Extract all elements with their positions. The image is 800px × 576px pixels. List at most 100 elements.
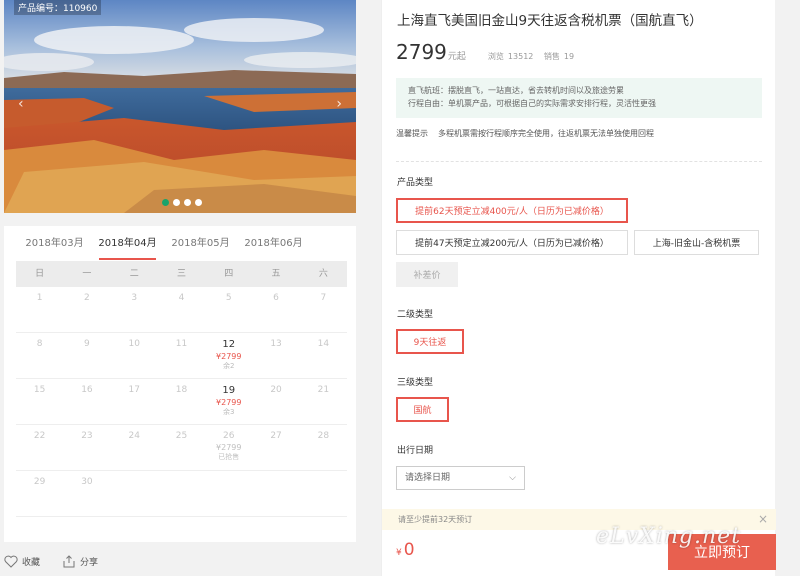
calendar-week-row: 29 30 [16, 471, 347, 517]
weekday-label: 一 [82, 269, 92, 279]
close-icon[interactable]: × [758, 509, 768, 530]
calendar-week-row: 15 16 17 18 19 ¥2799 余3 20 21 [16, 379, 347, 425]
total-amount: 0 [403, 540, 415, 560]
chevron-down-icon: ⌵ [509, 473, 516, 483]
weekday-header: 日 一 二 三 四 五 六 [16, 261, 347, 287]
day-availability: 余3 [223, 408, 235, 416]
product-page: 产品编号：110960 ‹ › 2018年03月 2018年04月 2018年0… [0, 0, 800, 576]
booking-panel: 上海直飞美国旧金山9天往返含税机票（国航直飞） 2799 元起 浏览 13512 … [381, 0, 776, 576]
product-type-option[interactable]: 上海-旧金山-含税机票 [634, 230, 759, 255]
calendar-day: 10 [111, 333, 158, 378]
weekday-label: 三 [176, 269, 186, 279]
day-number: 4 [178, 293, 185, 303]
calendar-day: 14 [300, 333, 347, 378]
calendar-day: 21 [300, 379, 347, 424]
day-number: 20 [270, 385, 282, 395]
tips-text: 多程机票需按行程顺序完全使用，往返机票无法单独使用回程 [438, 129, 654, 138]
heart-icon [4, 555, 18, 568]
calendar-day: 4 [158, 287, 205, 332]
day-number: 14 [317, 339, 330, 349]
day-price: ¥2799 [216, 443, 242, 452]
share-button[interactable]: 分享 [62, 555, 98, 568]
day-number: 13 [270, 339, 282, 349]
carousel-dots [162, 199, 202, 206]
month-tab-active[interactable]: 2018年04月 [91, 226, 164, 262]
calendar-day: 3 [111, 287, 158, 332]
travel-date-label: 出行日期 [397, 446, 434, 456]
weekday-label: 五 [271, 269, 281, 279]
day-number: 21 [317, 385, 330, 395]
favorite-label: 收藏 [22, 558, 41, 568]
calendar-day: 15 [16, 379, 63, 424]
day-availability: 余2 [223, 362, 235, 370]
calendar-day [111, 471, 158, 516]
calendar-day: 27 [252, 425, 299, 470]
calendar-day: 2 [63, 287, 110, 332]
calendar-day [158, 471, 205, 516]
calendar-day: 22 [16, 425, 63, 470]
carousel-dot[interactable] [195, 199, 202, 206]
product-type-option[interactable]: 提前47天预定立减200元/人（日历为已减价格） [396, 230, 628, 255]
calendar-day [252, 471, 299, 516]
month-tab[interactable]: 2018年05月 [164, 226, 237, 262]
calendar-week-row: 8 9 10 11 12 ¥2799 余2 13 14 [16, 333, 347, 379]
month-tabs: 2018年03月 2018年04月 2018年05月 2018年06月 [4, 226, 356, 262]
travel-date-select[interactable]: 请选择日期 ⌵ [396, 466, 525, 490]
day-availability: 已抢售 [218, 453, 240, 461]
day-number: 24 [128, 431, 140, 441]
calendar-week-row: 22 23 24 25 26 ¥2799 已抢售 27 28 [16, 425, 347, 471]
product-highlights: 直飞航班：摆脱直飞，一站直达，省去转机时间以及旅途劳累 行程自由：单机票产品，可… [396, 78, 762, 118]
level2-option-selected[interactable]: 9天往返 [396, 329, 464, 354]
calendar-day: 18 [158, 379, 205, 424]
calendar-day[interactable]: 12 ¥2799 余2 [205, 333, 252, 378]
day-number: 28 [317, 431, 330, 441]
share-icon [63, 555, 75, 568]
left-column: 产品编号：110960 ‹ › 2018年03月 2018年04月 2018年0… [4, 0, 356, 576]
product-price: 2799 [396, 40, 447, 64]
calendar-day: 16 [63, 379, 110, 424]
landscape-photo [4, 0, 356, 213]
calendar-day: 26 ¥2799 已抢售 [205, 425, 252, 470]
calendar-day[interactable]: 19 ¥2799 余3 [205, 379, 252, 424]
level3-option-selected[interactable]: 国航 [396, 397, 449, 422]
day-number: 30 [81, 477, 93, 487]
favorite-button[interactable]: 收藏 [4, 555, 40, 568]
calendar-day: 11 [158, 333, 205, 378]
day-number: 16 [81, 385, 93, 395]
carousel-dot[interactable] [162, 199, 169, 206]
calendar-day: 6 [252, 287, 299, 332]
day-number: 26 [223, 431, 235, 441]
calendar-day [300, 471, 347, 516]
calendar-day: 9 [63, 333, 110, 378]
product-type-option-selected[interactable]: 提前62天预定立减400元/人（日历为已减价格） [396, 198, 628, 223]
day-number: 9 [84, 339, 90, 349]
month-tab[interactable]: 2018年03月 [18, 226, 91, 262]
calendar-day: 13 [252, 333, 299, 378]
carousel-dot[interactable] [184, 199, 191, 206]
calendar-day: 28 [300, 425, 347, 470]
carousel-dot[interactable] [173, 199, 180, 206]
day-number: 22 [33, 431, 46, 441]
calendar-day: 20 [252, 379, 299, 424]
day-number: 8 [36, 339, 43, 349]
sales-count: 19 [563, 52, 575, 61]
day-price: ¥2799 [216, 352, 242, 361]
day-number: 6 [273, 293, 279, 303]
calendar-day: 5 [205, 287, 252, 332]
tips-label: 温馨提示 [396, 129, 428, 138]
product-stats: 浏览 13512 销售 19 [488, 51, 578, 62]
carousel-prev-arrow-icon[interactable]: ‹ [18, 96, 24, 112]
weekday-label: 日 [35, 269, 45, 279]
day-number: 17 [128, 385, 140, 395]
product-type-option-disabled[interactable]: 补差价 [396, 262, 458, 287]
day-number: 15 [33, 385, 46, 395]
carousel-next-arrow-icon[interactable]: › [336, 96, 342, 112]
month-tab[interactable]: 2018年06月 [237, 226, 310, 262]
weekday-label: 六 [318, 269, 328, 279]
day-number: 18 [175, 385, 188, 395]
level3-type-label: 三级类型 [397, 378, 434, 388]
calendar-day: 25 [158, 425, 205, 470]
day-number: 12 [222, 339, 236, 350]
calendar-day: 1 [16, 287, 63, 332]
product-image-carousel[interactable]: 产品编号：110960 ‹ › [4, 0, 356, 213]
